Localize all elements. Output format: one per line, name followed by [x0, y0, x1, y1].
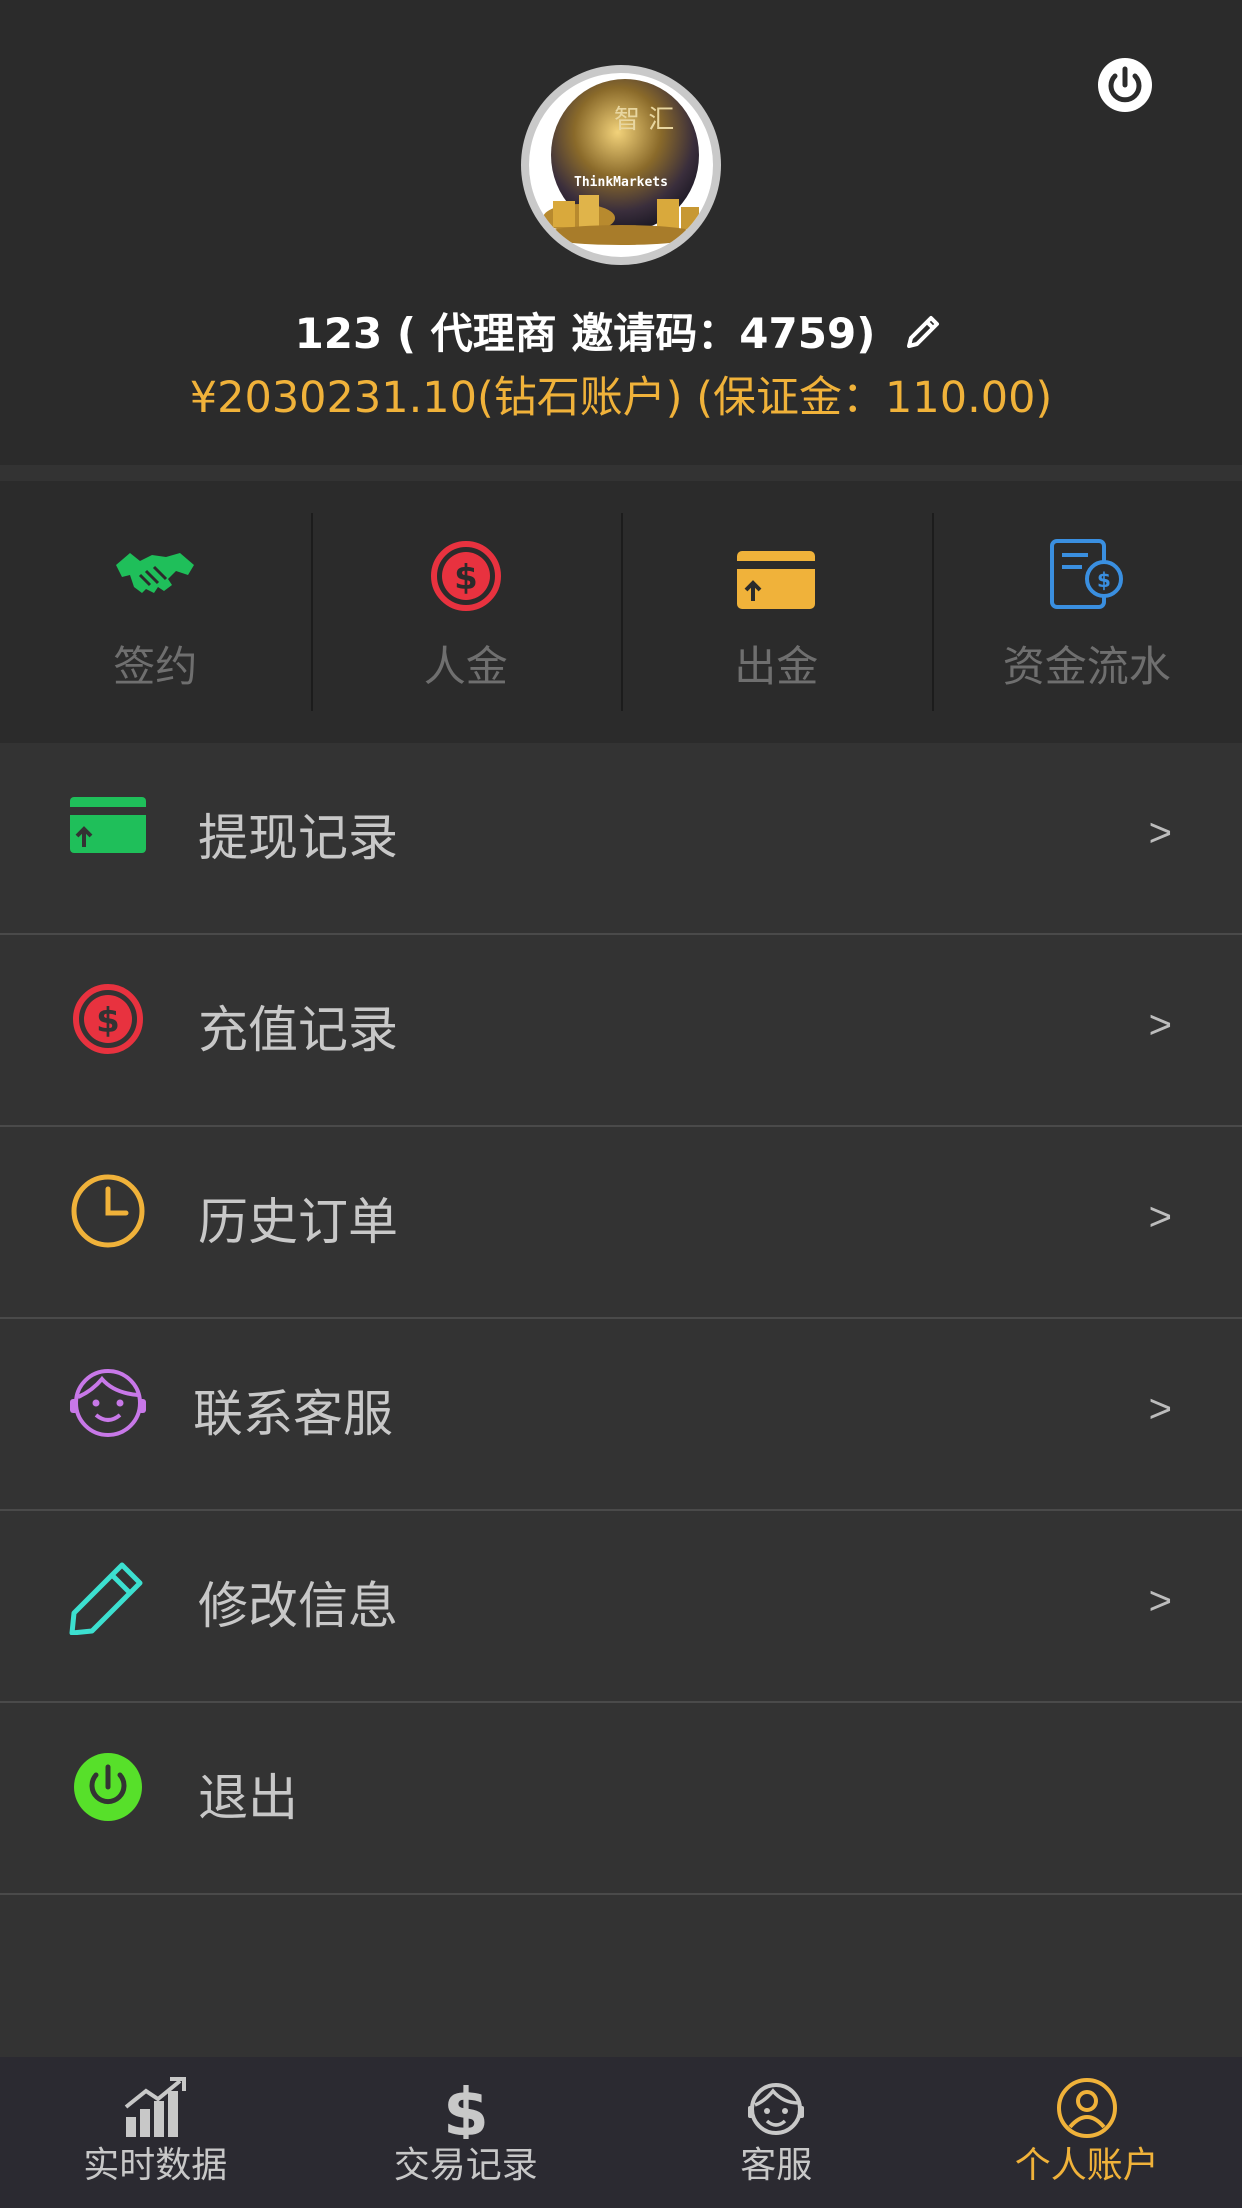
tab-label: 客服 [740, 2145, 813, 2186]
power-icon [68, 1747, 148, 1827]
svg-text:$: $ [96, 1001, 120, 1041]
chevron-right-icon: > [1148, 1387, 1172, 1431]
menu-item-label: 充值记录 [198, 1001, 398, 1059]
quick-action-label: 资金流水 [1002, 642, 1171, 691]
card-withdraw-icon [731, 531, 821, 621]
avatar-logo-english: ThinkMarkets [574, 175, 668, 190]
menu-item-label: 修改信息 [198, 1577, 398, 1635]
dollar-circle-icon: $ [421, 531, 511, 621]
customer-service-icon [68, 1363, 148, 1443]
chevron-right-icon: > [1148, 811, 1172, 855]
chevron-right-icon: > [1148, 1579, 1172, 1623]
menu-item-contact-support[interactable]: 联系客服 > [0, 1319, 1242, 1511]
menu-item-logout[interactable]: 退出 [0, 1703, 1242, 1895]
logout-power-icon[interactable] [1096, 56, 1154, 114]
handshake-icon [110, 531, 200, 621]
avatar[interactable]: 智 汇 ThinkMarkets [521, 65, 721, 265]
quick-action-deposit[interactable]: $ 人金 [310, 481, 622, 743]
avatar-logo: 智 汇 ThinkMarkets [529, 73, 713, 257]
tab-realtime-data[interactable]: 实时数据 [0, 2057, 311, 2208]
menu-item-recharge-records[interactable]: $ 充值记录 > [0, 935, 1242, 1127]
menu-item-edit-info[interactable]: 修改信息 > [0, 1511, 1242, 1703]
quick-action-label: 出金 [734, 642, 819, 691]
tab-trade-records[interactable]: $ 交易记录 [311, 2057, 622, 2208]
quick-action-label: 签约 [113, 642, 198, 691]
menu-item-label: 提现记录 [198, 809, 398, 867]
user-icon [1054, 2077, 1120, 2139]
svg-text:$: $ [1097, 568, 1111, 592]
pencil-icon [68, 1555, 148, 1636]
menu-item-label: 历史订单 [198, 1193, 398, 1251]
chevron-right-icon: > [1148, 1195, 1172, 1239]
menu-item-withdraw-records[interactable]: 提现记录 > [0, 743, 1242, 935]
bottom-tab-bar: 实时数据 $ 交易记录 客服 个人账户 [0, 2057, 1242, 2208]
profile-header: 智 汇 ThinkMarkets 123 ( 代理商 邀请码：4759) ¥20… [0, 0, 1242, 465]
edit-pencil-icon[interactable] [903, 308, 947, 352]
quick-action-label: 人金 [423, 642, 508, 691]
tab-label: 个人账户 [1014, 2145, 1159, 2186]
tab-label: 交易记录 [393, 2145, 538, 2186]
chevron-right-icon: > [1148, 1003, 1172, 1047]
menu-item-order-history[interactable]: 历史订单 > [0, 1127, 1242, 1319]
dollar-icon: $ [433, 2074, 499, 2151]
menu-list: 提现记录 > $ 充值记录 > 历史订单 > 联系客服 > 修改信息 > 退出 [0, 743, 1242, 1895]
menu-item-label: 联系客服 [193, 1385, 393, 1443]
tab-label: 实时数据 [83, 2145, 228, 2186]
quick-actions-bar: 签约 $ 人金 出金 $ 资金流水 [0, 481, 1242, 743]
profile-name-text: 123 ( 代理商 邀请码：4759) [294, 308, 876, 358]
chart-icon [122, 2077, 188, 2139]
tab-customer-service[interactable]: 客服 [621, 2057, 932, 2208]
balance-line: ¥2030231.10(钻石账户) (保证金：110.00) [189, 373, 1053, 423]
quick-action-statement[interactable]: $ 资金流水 [931, 481, 1242, 743]
avatar-logo-chinese: 智 汇 [614, 105, 675, 135]
card-withdraw-icon [68, 787, 148, 867]
quick-action-sign[interactable]: 签约 [0, 481, 311, 743]
svg-text:$: $ [454, 558, 478, 598]
face-icon [743, 2077, 809, 2139]
profile-name-line: 123 ( 代理商 邀请码：4759) [0, 300, 1242, 360]
clock-icon [68, 1171, 148, 1251]
svg-text:$: $ [443, 2077, 489, 2139]
statement-icon: $ [1042, 531, 1132, 621]
tab-personal-account[interactable]: 个人账户 [932, 2057, 1242, 2208]
menu-item-label: 退出 [198, 1769, 298, 1827]
quick-action-withdraw[interactable]: 出金 [621, 481, 932, 743]
dollar-circle-icon: $ [68, 979, 148, 1059]
